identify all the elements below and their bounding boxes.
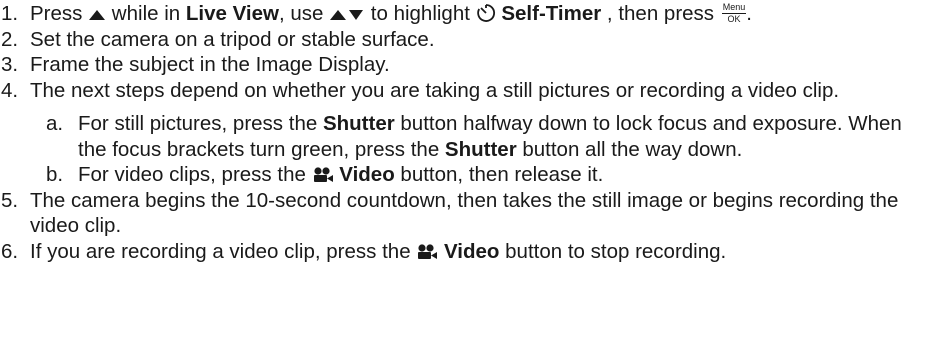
step-text: If you are recording a video clip, press… [30,239,417,263]
step-number: 5. [1,188,19,212]
video-camera-icon [312,166,334,184]
substep-text: button, then release it. [394,163,604,186]
step-4: 4. The next steps depend on whether you … [0,78,930,104]
up-arrow-icon [88,7,106,23]
step-text: , then press [601,2,720,25]
step-text: The next steps depend on whether you are… [30,78,840,102]
substep-text: For video clips, press the [78,163,312,186]
self-timer-label: Self-Timer [501,2,602,25]
step-number: 2. [1,27,19,51]
instruction-document: 1. Press while in Live View, use to high… [0,0,930,264]
substep-a: a. For still pictures, press the Shutter… [0,111,930,162]
step-2: 2. Set the camera on a tripod or stable … [0,27,930,53]
video-label: Video [339,163,395,186]
video-camera-icon [416,243,438,261]
menu-ok-icon: Menu OK [721,2,747,24]
live-view-label: Live View [185,2,279,25]
step-text: , use [278,2,330,25]
substep-letter: a. [46,112,64,135]
substep-letter: b. [46,163,64,186]
video-label: Video [444,239,500,263]
step-text: Set the camera on a tripod or stable sur… [30,27,435,51]
step-number: 6. [1,239,19,263]
self-timer-icon [476,3,496,23]
substep-text: button all the way down. [516,137,743,161]
step-text: button to stop recording. [499,239,727,263]
step-text: . [746,2,752,25]
step-number: 3. [1,53,19,76]
step-text: Press [30,2,89,25]
ok-label: OK [727,14,741,24]
menu-label: Menu [721,2,747,14]
substep-b: b. For video clips, press the Video butt… [0,162,930,188]
substep-text: For still pictures, press the [78,112,323,135]
step-number: 1. [1,2,19,25]
shutter-label: Shutter [322,112,395,135]
step-6: 6. If you are recording a video clip, pr… [0,239,930,265]
step-3: 3. Frame the subject in the Image Displa… [0,52,930,78]
step-text: The camera begins the 10-second countdow… [30,188,899,238]
step-5: 5. The camera begins the 10-second count… [0,188,930,239]
step-text: to highlight [365,2,476,25]
up-down-arrows-icon [329,7,365,23]
shutter-label: Shutter [444,137,517,161]
step-1: 1. Press while in Live View, use to high… [0,1,930,27]
step-text: Frame the subject in the Image Display. [30,53,390,76]
step-text: while in [106,2,186,25]
step-number: 4. [1,78,19,102]
